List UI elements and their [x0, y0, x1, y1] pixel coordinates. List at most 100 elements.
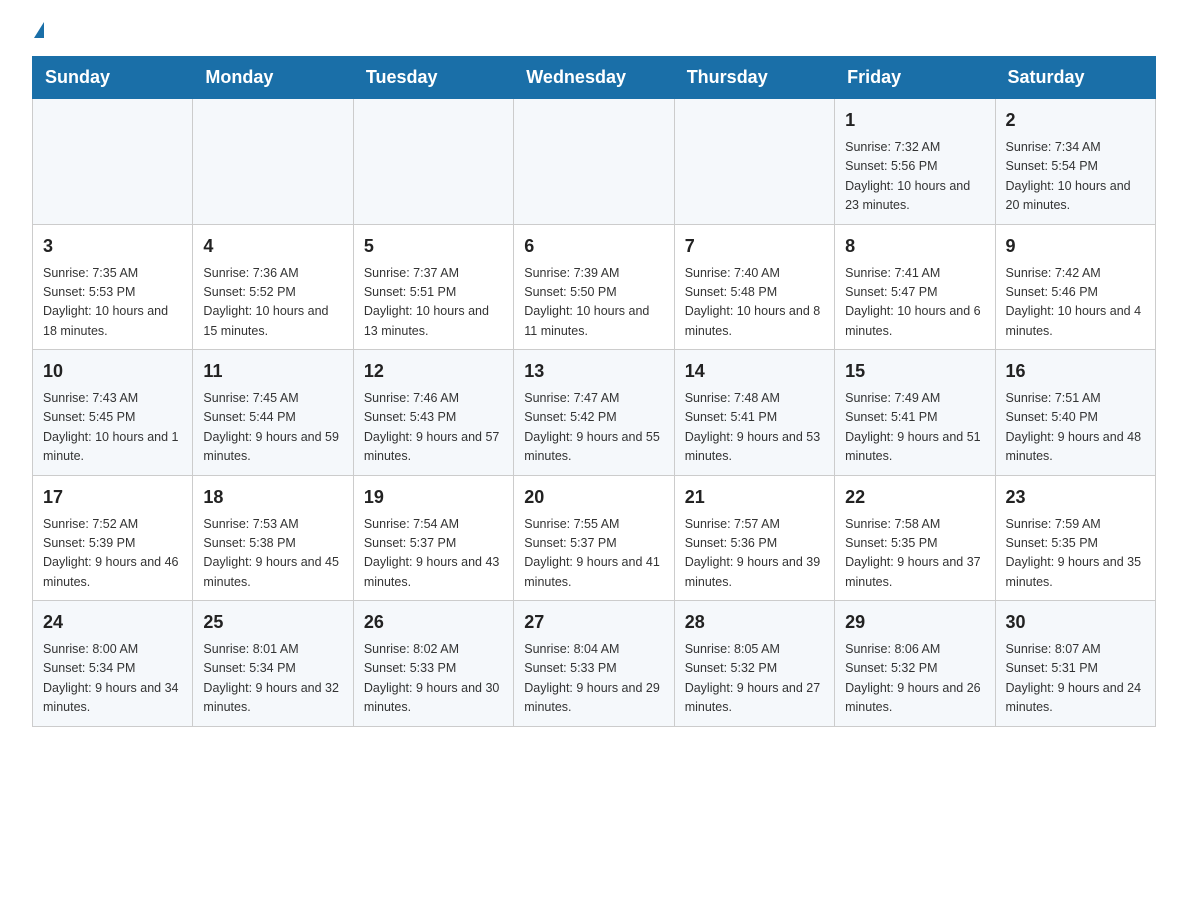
day-info: Sunrise: 7:59 AM Sunset: 5:35 PM Dayligh…: [1006, 515, 1145, 593]
calendar-day-12: 12Sunrise: 7:46 AM Sunset: 5:43 PM Dayli…: [353, 350, 513, 476]
calendar-day-26: 26 Sunrise: 8:02 AM Sunset: 5:33 PM Dayli…: [353, 601, 513, 727]
calendar-day-24: 24 Sunrise: 8:00 AM Sunset: 5:34 PM Dayli…: [33, 601, 193, 727]
calendar-day-29: 29 Sunrise: 8:06 AM Sunset: 5:32 PM Dayli…: [835, 601, 995, 727]
calendar-day-3: 3Sunrise: 7:35 AM Sunset: 5:53 PM Daylig…: [33, 224, 193, 350]
day-number: 11: [203, 358, 342, 385]
calendar-day-16: 16 Sunrise: 7:51 AM Sunset: 5:40 PM Dayli…: [995, 350, 1155, 476]
calendar-week-row: 17Sunrise: 7:52 AM Sunset: 5:39 PM Dayli…: [33, 475, 1156, 601]
day-info: Sunrise: 8:02 AM Sunset: 5:33 PM Dayligh…: [364, 640, 503, 718]
day-info: Sunrise: 7:39 AM Sunset: 5:50 PM Dayligh…: [524, 264, 663, 342]
calendar-day-empty: [33, 99, 193, 225]
day-number: 7: [685, 233, 824, 260]
calendar-day-4: 4 Sunrise: 7:36 AM Sunset: 5:52 PM Daylig…: [193, 224, 353, 350]
day-info: Sunrise: 7:51 AM Sunset: 5:40 PM Dayligh…: [1006, 389, 1145, 467]
day-info: Sunrise: 8:05 AM Sunset: 5:32 PM Dayligh…: [685, 640, 824, 718]
calendar-day-14: 14 Sunrise: 7:48 AM Sunset: 5:41 PM Dayli…: [674, 350, 834, 476]
calendar-day-28: 28 Sunrise: 8:05 AM Sunset: 5:32 PM Dayli…: [674, 601, 834, 727]
calendar-day-20: 20 Sunrise: 7:55 AM Sunset: 5:37 PM Dayli…: [514, 475, 674, 601]
calendar-day-empty: [514, 99, 674, 225]
day-number: 16: [1006, 358, 1145, 385]
day-number: 23: [1006, 484, 1145, 511]
page-header: [32, 24, 1156, 40]
day-info: Sunrise: 8:04 AM Sunset: 5:33 PM Dayligh…: [524, 640, 663, 718]
day-info: Sunrise: 7:32 AM Sunset: 5:56 PM Dayligh…: [845, 138, 984, 216]
logo: [32, 24, 44, 40]
calendar-day-18: 18 Sunrise: 7:53 AM Sunset: 5:38 PM Dayli…: [193, 475, 353, 601]
day-info: Sunrise: 8:07 AM Sunset: 5:31 PM Dayligh…: [1006, 640, 1145, 718]
day-number: 25: [203, 609, 342, 636]
calendar-day-empty: [193, 99, 353, 225]
day-number: 20: [524, 484, 663, 511]
day-info: Sunrise: 7:34 AM Sunset: 5:54 PM Dayligh…: [1006, 138, 1145, 216]
calendar-day-19: 19 Sunrise: 7:54 AM Sunset: 5:37 PM Dayli…: [353, 475, 513, 601]
weekday-header-tuesday: Tuesday: [353, 57, 513, 99]
day-info: Sunrise: 8:06 AM Sunset: 5:32 PM Dayligh…: [845, 640, 984, 718]
calendar-day-9: 9 Sunrise: 7:42 AM Sunset: 5:46 PM Daylig…: [995, 224, 1155, 350]
day-number: 29: [845, 609, 984, 636]
day-info: Sunrise: 7:36 AM Sunset: 5:52 PM Dayligh…: [203, 264, 342, 342]
weekday-header-friday: Friday: [835, 57, 995, 99]
day-info: Sunrise: 7:40 AM Sunset: 5:48 PM Dayligh…: [685, 264, 824, 342]
calendar-table: SundayMondayTuesdayWednesdayThursdayFrid…: [32, 56, 1156, 727]
logo-triangle-icon: [34, 22, 44, 38]
calendar-day-23: 23 Sunrise: 7:59 AM Sunset: 5:35 PM Dayli…: [995, 475, 1155, 601]
calendar-week-row: 24 Sunrise: 8:00 AM Sunset: 5:34 PM Dayli…: [33, 601, 1156, 727]
day-info: Sunrise: 8:01 AM Sunset: 5:34 PM Dayligh…: [203, 640, 342, 718]
day-info: Sunrise: 7:53 AM Sunset: 5:38 PM Dayligh…: [203, 515, 342, 593]
day-info: Sunrise: 7:37 AM Sunset: 5:51 PM Dayligh…: [364, 264, 503, 342]
day-number: 1: [845, 107, 984, 134]
day-number: 28: [685, 609, 824, 636]
day-number: 10: [43, 358, 182, 385]
weekday-header-sunday: Sunday: [33, 57, 193, 99]
calendar-day-13: 13 Sunrise: 7:47 AM Sunset: 5:42 PM Dayli…: [514, 350, 674, 476]
day-info: Sunrise: 7:55 AM Sunset: 5:37 PM Dayligh…: [524, 515, 663, 593]
calendar-day-27: 27 Sunrise: 8:04 AM Sunset: 5:33 PM Dayli…: [514, 601, 674, 727]
day-number: 15: [845, 358, 984, 385]
day-number: 17: [43, 484, 182, 511]
calendar-day-25: 25 Sunrise: 8:01 AM Sunset: 5:34 PM Dayli…: [193, 601, 353, 727]
calendar-week-row: 3Sunrise: 7:35 AM Sunset: 5:53 PM Daylig…: [33, 224, 1156, 350]
day-number: 24: [43, 609, 182, 636]
day-info: Sunrise: 7:58 AM Sunset: 5:35 PM Dayligh…: [845, 515, 984, 593]
day-number: 4: [203, 233, 342, 260]
day-info: Sunrise: 7:54 AM Sunset: 5:37 PM Dayligh…: [364, 515, 503, 593]
day-info: Sunrise: 7:49 AM Sunset: 5:41 PM Dayligh…: [845, 389, 984, 467]
calendar-day-30: 30 Sunrise: 8:07 AM Sunset: 5:31 PM Dayli…: [995, 601, 1155, 727]
calendar-day-8: 8 Sunrise: 7:41 AM Sunset: 5:47 PM Daylig…: [835, 224, 995, 350]
day-info: Sunrise: 7:57 AM Sunset: 5:36 PM Dayligh…: [685, 515, 824, 593]
day-info: Sunrise: 7:43 AM Sunset: 5:45 PM Dayligh…: [43, 389, 182, 467]
calendar-day-17: 17Sunrise: 7:52 AM Sunset: 5:39 PM Dayli…: [33, 475, 193, 601]
weekday-header-thursday: Thursday: [674, 57, 834, 99]
calendar-day-15: 15 Sunrise: 7:49 AM Sunset: 5:41 PM Dayli…: [835, 350, 995, 476]
day-number: 6: [524, 233, 663, 260]
day-number: 12: [364, 358, 503, 385]
day-number: 2: [1006, 107, 1145, 134]
calendar-day-11: 11Sunrise: 7:45 AM Sunset: 5:44 PM Dayli…: [193, 350, 353, 476]
day-number: 3: [43, 233, 182, 260]
day-number: 13: [524, 358, 663, 385]
calendar-day-5: 5 Sunrise: 7:37 AM Sunset: 5:51 PM Daylig…: [353, 224, 513, 350]
day-info: Sunrise: 7:47 AM Sunset: 5:42 PM Dayligh…: [524, 389, 663, 467]
calendar-day-7: 7 Sunrise: 7:40 AM Sunset: 5:48 PM Daylig…: [674, 224, 834, 350]
weekday-header-wednesday: Wednesday: [514, 57, 674, 99]
day-number: 5: [364, 233, 503, 260]
day-number: 26: [364, 609, 503, 636]
day-info: Sunrise: 7:42 AM Sunset: 5:46 PM Dayligh…: [1006, 264, 1145, 342]
calendar-day-21: 21 Sunrise: 7:57 AM Sunset: 5:36 PM Dayli…: [674, 475, 834, 601]
day-number: 19: [364, 484, 503, 511]
weekday-header-monday: Monday: [193, 57, 353, 99]
day-number: 30: [1006, 609, 1145, 636]
calendar-day-6: 6 Sunrise: 7:39 AM Sunset: 5:50 PM Daylig…: [514, 224, 674, 350]
day-number: 9: [1006, 233, 1145, 260]
day-number: 27: [524, 609, 663, 636]
day-info: Sunrise: 8:00 AM Sunset: 5:34 PM Dayligh…: [43, 640, 182, 718]
weekday-header-row: SundayMondayTuesdayWednesdayThursdayFrid…: [33, 57, 1156, 99]
day-info: Sunrise: 7:41 AM Sunset: 5:47 PM Dayligh…: [845, 264, 984, 342]
day-number: 8: [845, 233, 984, 260]
day-number: 21: [685, 484, 824, 511]
day-number: 18: [203, 484, 342, 511]
calendar-day-22: 22Sunrise: 7:58 AM Sunset: 5:35 PM Dayli…: [835, 475, 995, 601]
calendar-week-row: 1 Sunrise: 7:32 AM Sunset: 5:56 PM Daylig…: [33, 99, 1156, 225]
day-number: 14: [685, 358, 824, 385]
day-info: Sunrise: 7:48 AM Sunset: 5:41 PM Dayligh…: [685, 389, 824, 467]
